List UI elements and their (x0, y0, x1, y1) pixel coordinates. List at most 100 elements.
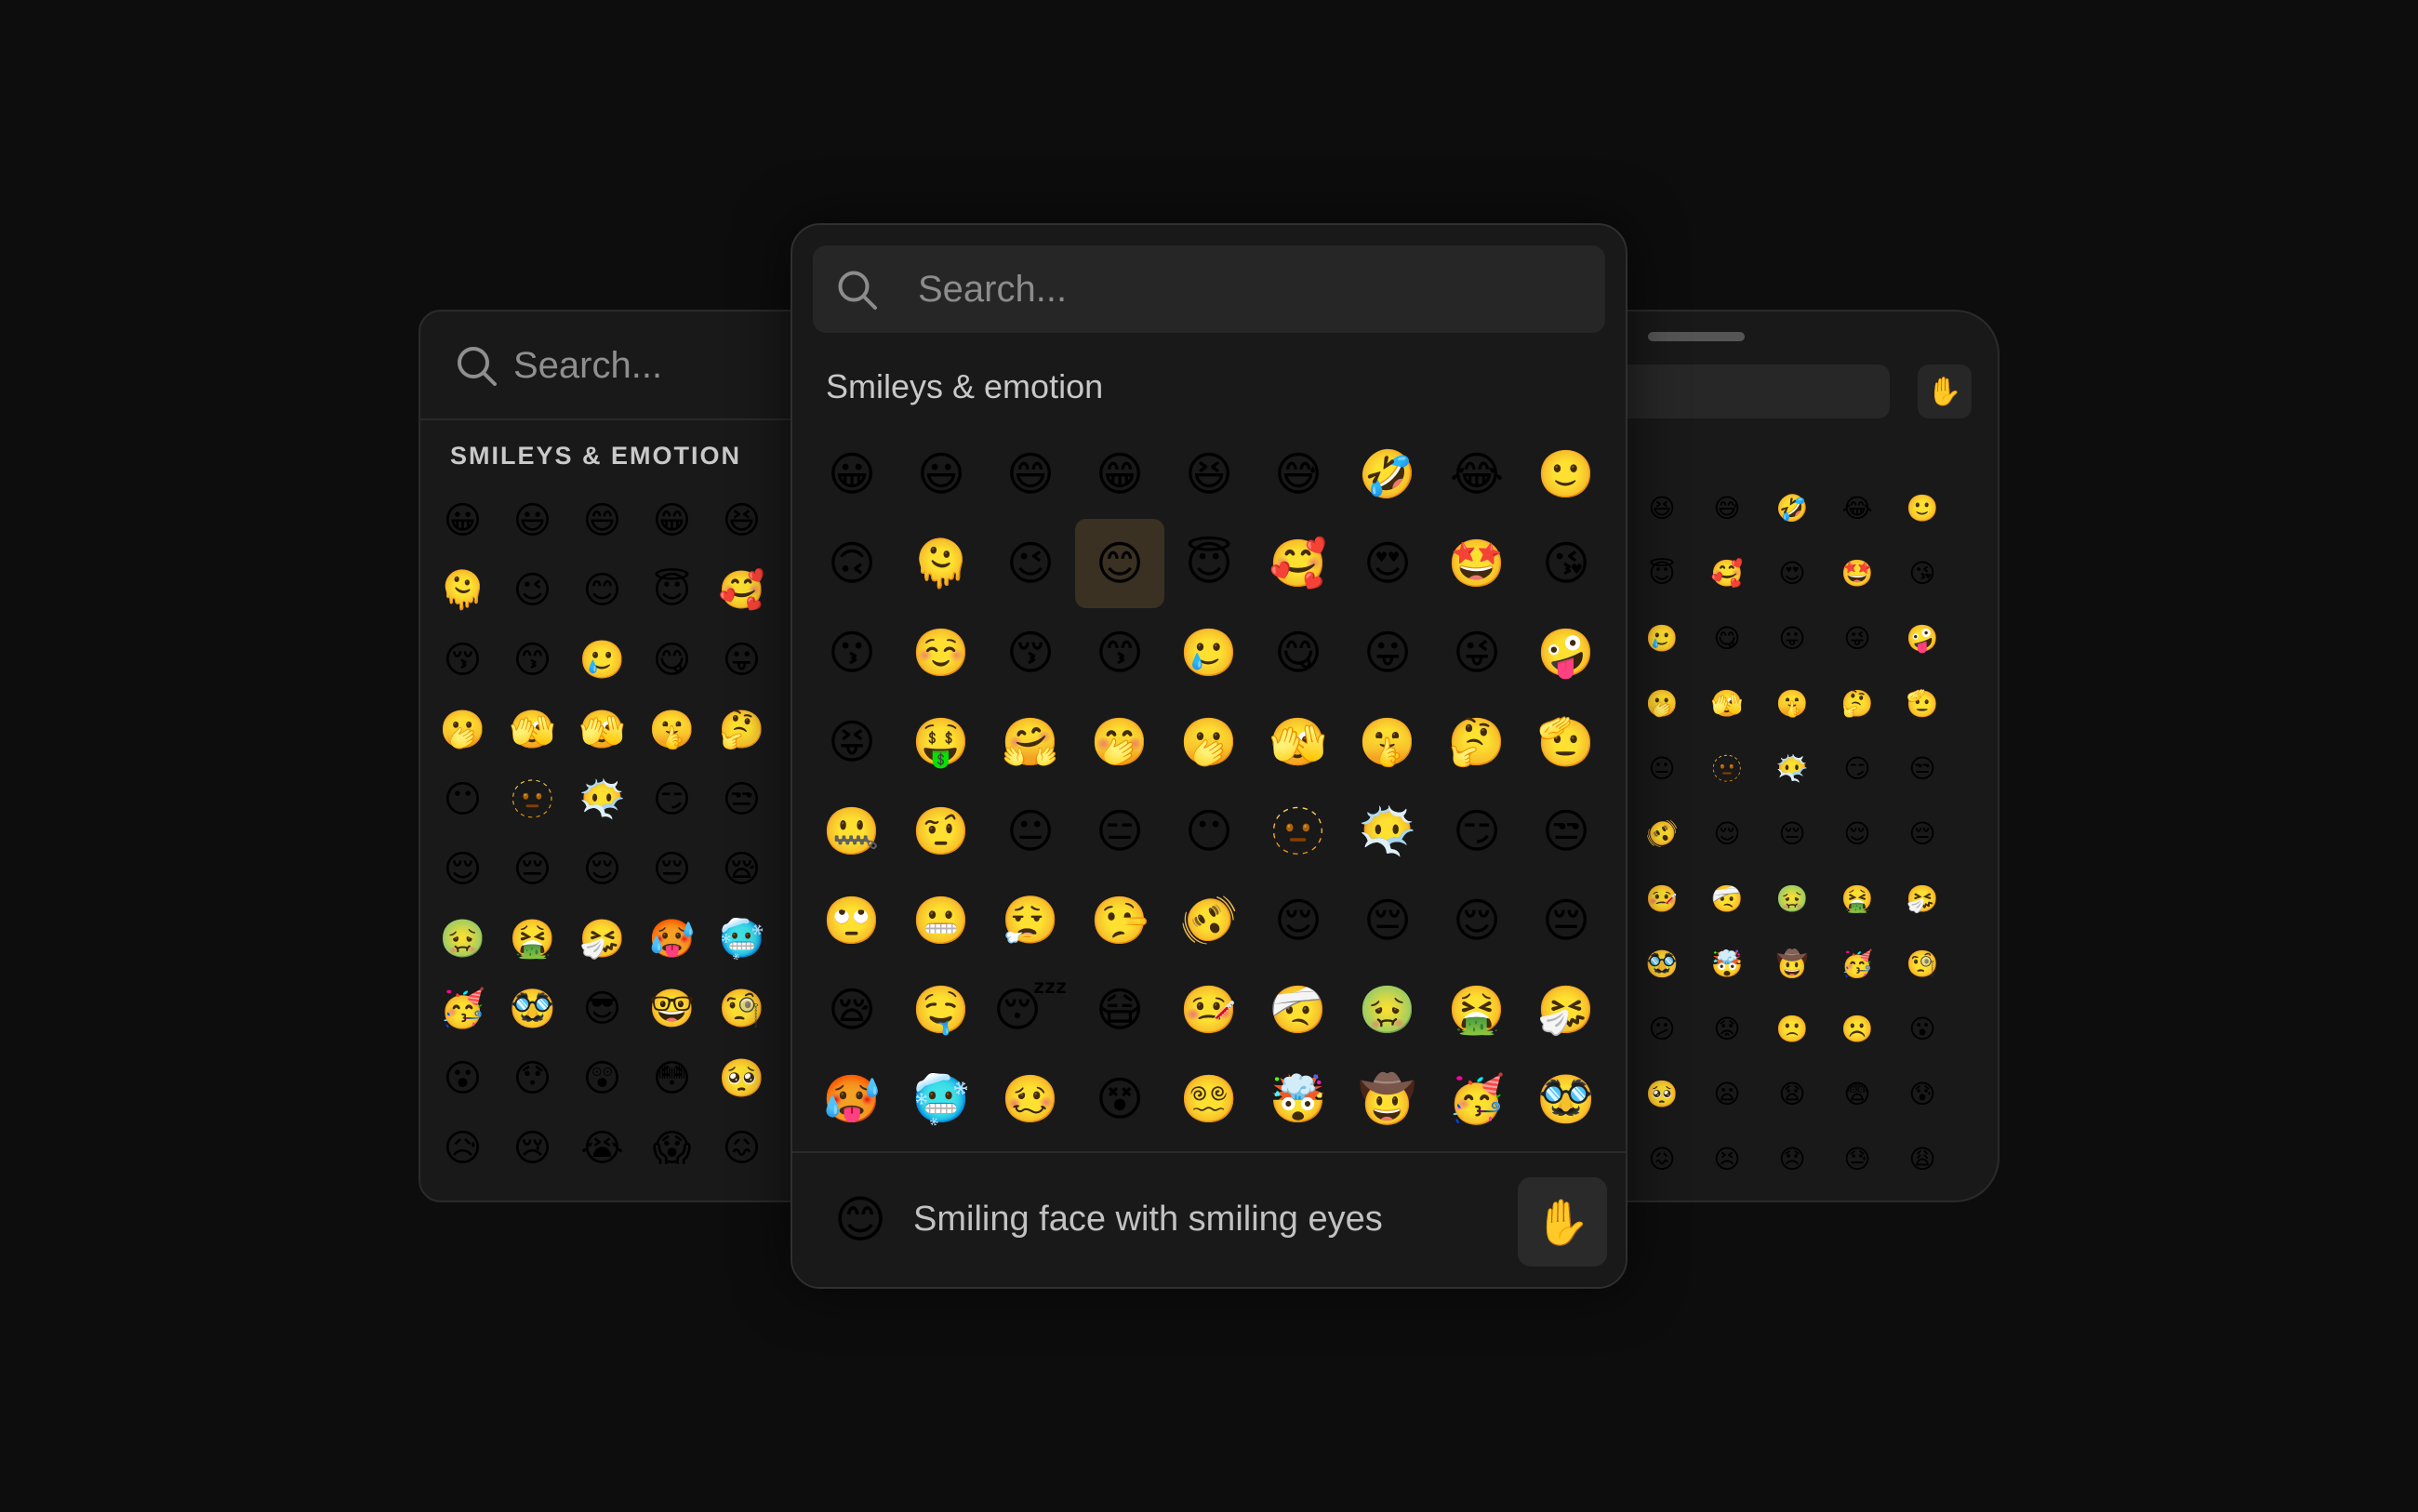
emoji-cell[interactable]: 😌 (1694, 802, 1760, 867)
emoji-cell[interactable]: 🫣 (1694, 671, 1760, 736)
emoji-cell[interactable]: 🤮 (1432, 965, 1521, 1054)
emoji-cell[interactable]: 🤪 (1890, 606, 1955, 671)
emoji-cell[interactable]: 🥵 (637, 904, 707, 974)
emoji-cell[interactable]: 🤩 (1825, 541, 1890, 606)
emoji-cell[interactable]: 😆 (707, 485, 777, 555)
emoji-cell[interactable]: 😛 (1760, 606, 1825, 671)
emoji-cell[interactable]: 😃 (498, 485, 567, 555)
emoji-cell[interactable]: 🤤 (897, 965, 986, 1054)
emoji-cell[interactable]: 😇 (1164, 519, 1254, 608)
emoji-cell[interactable]: 😵‍💫 (1164, 1054, 1254, 1144)
emoji-cell[interactable]: 😅 (1694, 476, 1760, 541)
emoji-cell[interactable]: 😍 (1343, 519, 1432, 608)
emoji-cell[interactable]: 🤯 (1254, 1054, 1343, 1144)
emoji-cell[interactable]: 😛 (1343, 608, 1432, 697)
emoji-cell[interactable]: 😱 (637, 1113, 707, 1183)
emoji-cell[interactable]: 😜 (1825, 606, 1890, 671)
emoji-cell[interactable]: 🥺 (1629, 1062, 1694, 1127)
emoji-cell[interactable]: 🤢 (1760, 867, 1825, 932)
search-bar[interactable]: Search... (813, 245, 1605, 333)
emoji-cell[interactable]: 🤧 (1521, 965, 1611, 1054)
emoji-cell[interactable]: 😛 (707, 625, 777, 695)
emoji-cell[interactable]: 🥰 (1694, 541, 1760, 606)
emoji-cell[interactable]: 🙃 (807, 519, 897, 608)
emoji-cell[interactable]: 🥶 (707, 904, 777, 974)
emoji-cell[interactable]: 🤔 (1432, 697, 1521, 787)
emoji-cell[interactable]: 😌 (1432, 876, 1521, 965)
emoji-cell[interactable]: 😏 (1432, 787, 1521, 876)
emoji-cell[interactable]: 😔 (1890, 802, 1955, 867)
emoji-cell[interactable]: 😗 (807, 608, 897, 697)
emoji-cell[interactable]: 🫢 (1164, 697, 1254, 787)
emoji-cell[interactable]: 😳 (637, 1043, 707, 1113)
emoji-cell[interactable]: 🫨 (1629, 802, 1694, 867)
emoji-cell[interactable]: 😟 (1694, 997, 1760, 1062)
emoji-cell[interactable]: 🤨 (897, 787, 986, 876)
emoji-cell[interactable]: 😧 (1760, 1062, 1825, 1127)
emoji-cell[interactable]: 😞 (1760, 1127, 1825, 1192)
emoji-cell[interactable]: 😔 (637, 834, 707, 904)
emoji-cell[interactable]: 🤕 (1254, 965, 1343, 1054)
emoji-cell[interactable]: 😂 (1825, 476, 1890, 541)
emoji-cell[interactable]: 🥵 (807, 1054, 897, 1144)
emoji-cell[interactable]: 😒 (1890, 736, 1955, 802)
emoji-cell[interactable]: 😎 (567, 974, 637, 1043)
emoji-cell[interactable]: 😚 (428, 625, 498, 695)
emoji-cell[interactable]: 😂 (1432, 430, 1521, 519)
emoji-cell[interactable]: 🥸 (1521, 1054, 1611, 1144)
emoji-cell[interactable]: 😇 (637, 555, 707, 625)
emoji-cell[interactable]: 😴 (986, 965, 1075, 1054)
emoji-cell[interactable]: 😔 (1521, 876, 1611, 965)
emoji-cell[interactable]: 🤔 (1825, 671, 1890, 736)
emoji-cell[interactable]: 😔 (498, 834, 567, 904)
emoji-cell[interactable]: 😄 (986, 430, 1075, 519)
emoji-cell[interactable]: 🧐 (707, 974, 777, 1043)
emoji-cell[interactable]: 🥶 (897, 1054, 986, 1144)
emoji-cell[interactable]: 🥸 (498, 974, 567, 1043)
emoji-cell[interactable]: 🥰 (1254, 519, 1343, 608)
emoji-cell[interactable]: 🥲 (1629, 606, 1694, 671)
emoji-cell[interactable]: 🤢 (1343, 965, 1432, 1054)
emoji-cell[interactable]: 😌 (567, 834, 637, 904)
search-input[interactable]: Search... (918, 262, 1067, 316)
emoji-cell[interactable]: 🤢 (428, 904, 498, 974)
emoji-cell[interactable]: 😖 (707, 1113, 777, 1183)
emoji-cell[interactable]: 🤣 (1760, 476, 1825, 541)
emoji-cell[interactable]: 😭 (567, 1113, 637, 1183)
emoji-cell[interactable]: 😨 (1825, 1062, 1890, 1127)
emoji-cell[interactable]: 🫣 (1254, 697, 1343, 787)
emoji-cell[interactable]: 😋 (637, 625, 707, 695)
emoji-cell[interactable]: 🫡 (1890, 671, 1955, 736)
emoji-cell[interactable]: 😍 (1760, 541, 1825, 606)
emoji-cell[interactable]: 🤑 (897, 697, 986, 787)
emoji-cell[interactable]: 🤯 (1694, 932, 1760, 997)
emoji-cell[interactable]: 😀 (807, 430, 897, 519)
emoji-cell[interactable]: 😦 (1694, 1062, 1760, 1127)
emoji-cell[interactable]: 😷 (1075, 965, 1164, 1054)
emoji-cell[interactable]: 🤗 (986, 697, 1075, 787)
emoji-cell[interactable]: 🥴 (986, 1054, 1075, 1144)
emoji-cell[interactable]: 🤮 (1825, 867, 1890, 932)
emoji-cell[interactable]: 🫣 (567, 695, 637, 764)
emoji-cell[interactable]: 🤣 (1343, 430, 1432, 519)
emoji-cell[interactable]: 🤮 (498, 904, 567, 974)
emoji-cell[interactable]: 🥺 (707, 1043, 777, 1113)
emoji-cell[interactable]: 😶 (1164, 787, 1254, 876)
emoji-cell[interactable]: 😐 (1629, 736, 1694, 802)
emoji-cell[interactable]: 😙 (498, 625, 567, 695)
emoji-cell[interactable]: 🤠 (1343, 1054, 1432, 1144)
emoji-cell[interactable]: 😋 (1254, 608, 1343, 697)
emoji-cell[interactable]: 🤕 (1694, 867, 1760, 932)
emoji-cell[interactable]: 😮 (428, 1043, 498, 1113)
emoji-cell[interactable]: 🤪 (1521, 608, 1611, 697)
emoji-cell[interactable]: 🤒 (1629, 867, 1694, 932)
emoji-cell[interactable]: 😙 (1075, 608, 1164, 697)
emoji-cell[interactable]: 🥰 (707, 555, 777, 625)
emoji-cell[interactable]: 🤥 (1075, 876, 1164, 965)
emoji-cell[interactable]: 😖 (1629, 1127, 1694, 1192)
emoji-cell[interactable]: 🤓 (637, 974, 707, 1043)
emoji-cell[interactable]: 🥳 (1825, 932, 1890, 997)
emoji-cell[interactable]: 🧐 (1890, 932, 1955, 997)
emoji-cell[interactable]: 🫢 (428, 695, 498, 764)
emoji-cell[interactable]: 😄 (567, 485, 637, 555)
